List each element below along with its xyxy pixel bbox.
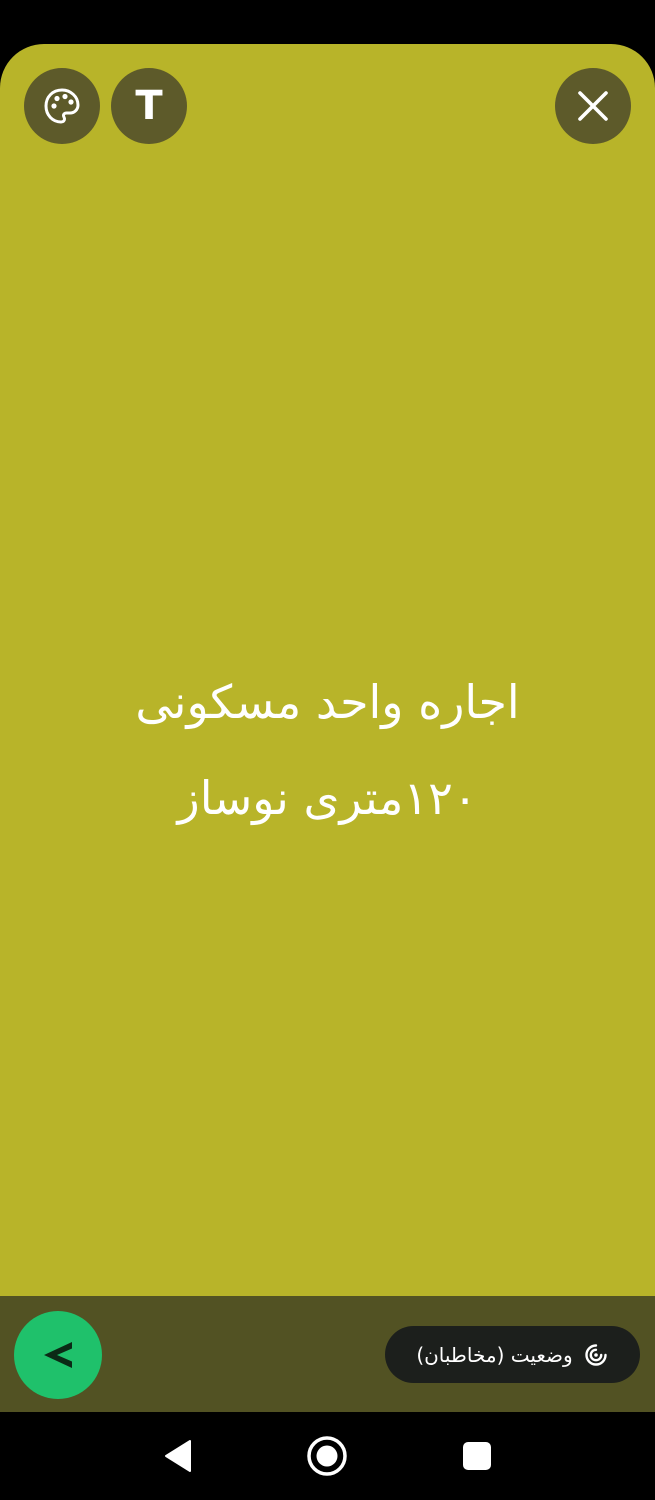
close-icon (578, 91, 608, 121)
status-composer-canvas[interactable]: T اجاره واحد مسکونی ۱۲۰متری نوساز (0, 44, 655, 1296)
text-style-label: T (135, 83, 163, 129)
close-button[interactable] (555, 68, 631, 144)
home-circle-icon (307, 1436, 347, 1476)
system-navigation-bar (0, 1412, 655, 1500)
status-text-line: اجاره واحد مسکونی (135, 675, 520, 729)
status-privacy-label: وضعیت (مخاطبان) (416, 1342, 573, 1367)
send-button[interactable] (14, 1311, 102, 1399)
nav-recents-button[interactable] (453, 1432, 501, 1480)
status-bar (0, 0, 655, 44)
back-triangle-icon (165, 1440, 191, 1472)
status-ring-icon (583, 1342, 609, 1368)
composer-footer: وضعیت (مخاطبان) (0, 1296, 655, 1412)
text-style-button[interactable]: T (111, 68, 187, 144)
send-arrow-icon (44, 1342, 72, 1368)
status-text-line: ۱۲۰متری نوساز (177, 771, 478, 825)
recents-square-icon (463, 1442, 491, 1470)
nav-back-button[interactable] (154, 1432, 202, 1480)
status-text[interactable]: اجاره واحد مسکونی ۱۲۰متری نوساز (40, 654, 615, 846)
status-privacy-button[interactable]: وضعیت (مخاطبان) (385, 1326, 640, 1383)
screen: T اجاره واحد مسکونی ۱۲۰متری نوساز وضعیت … (0, 0, 655, 1500)
nav-home-button[interactable] (303, 1432, 351, 1480)
color-palette-button[interactable] (24, 68, 100, 144)
palette-icon (44, 88, 80, 124)
